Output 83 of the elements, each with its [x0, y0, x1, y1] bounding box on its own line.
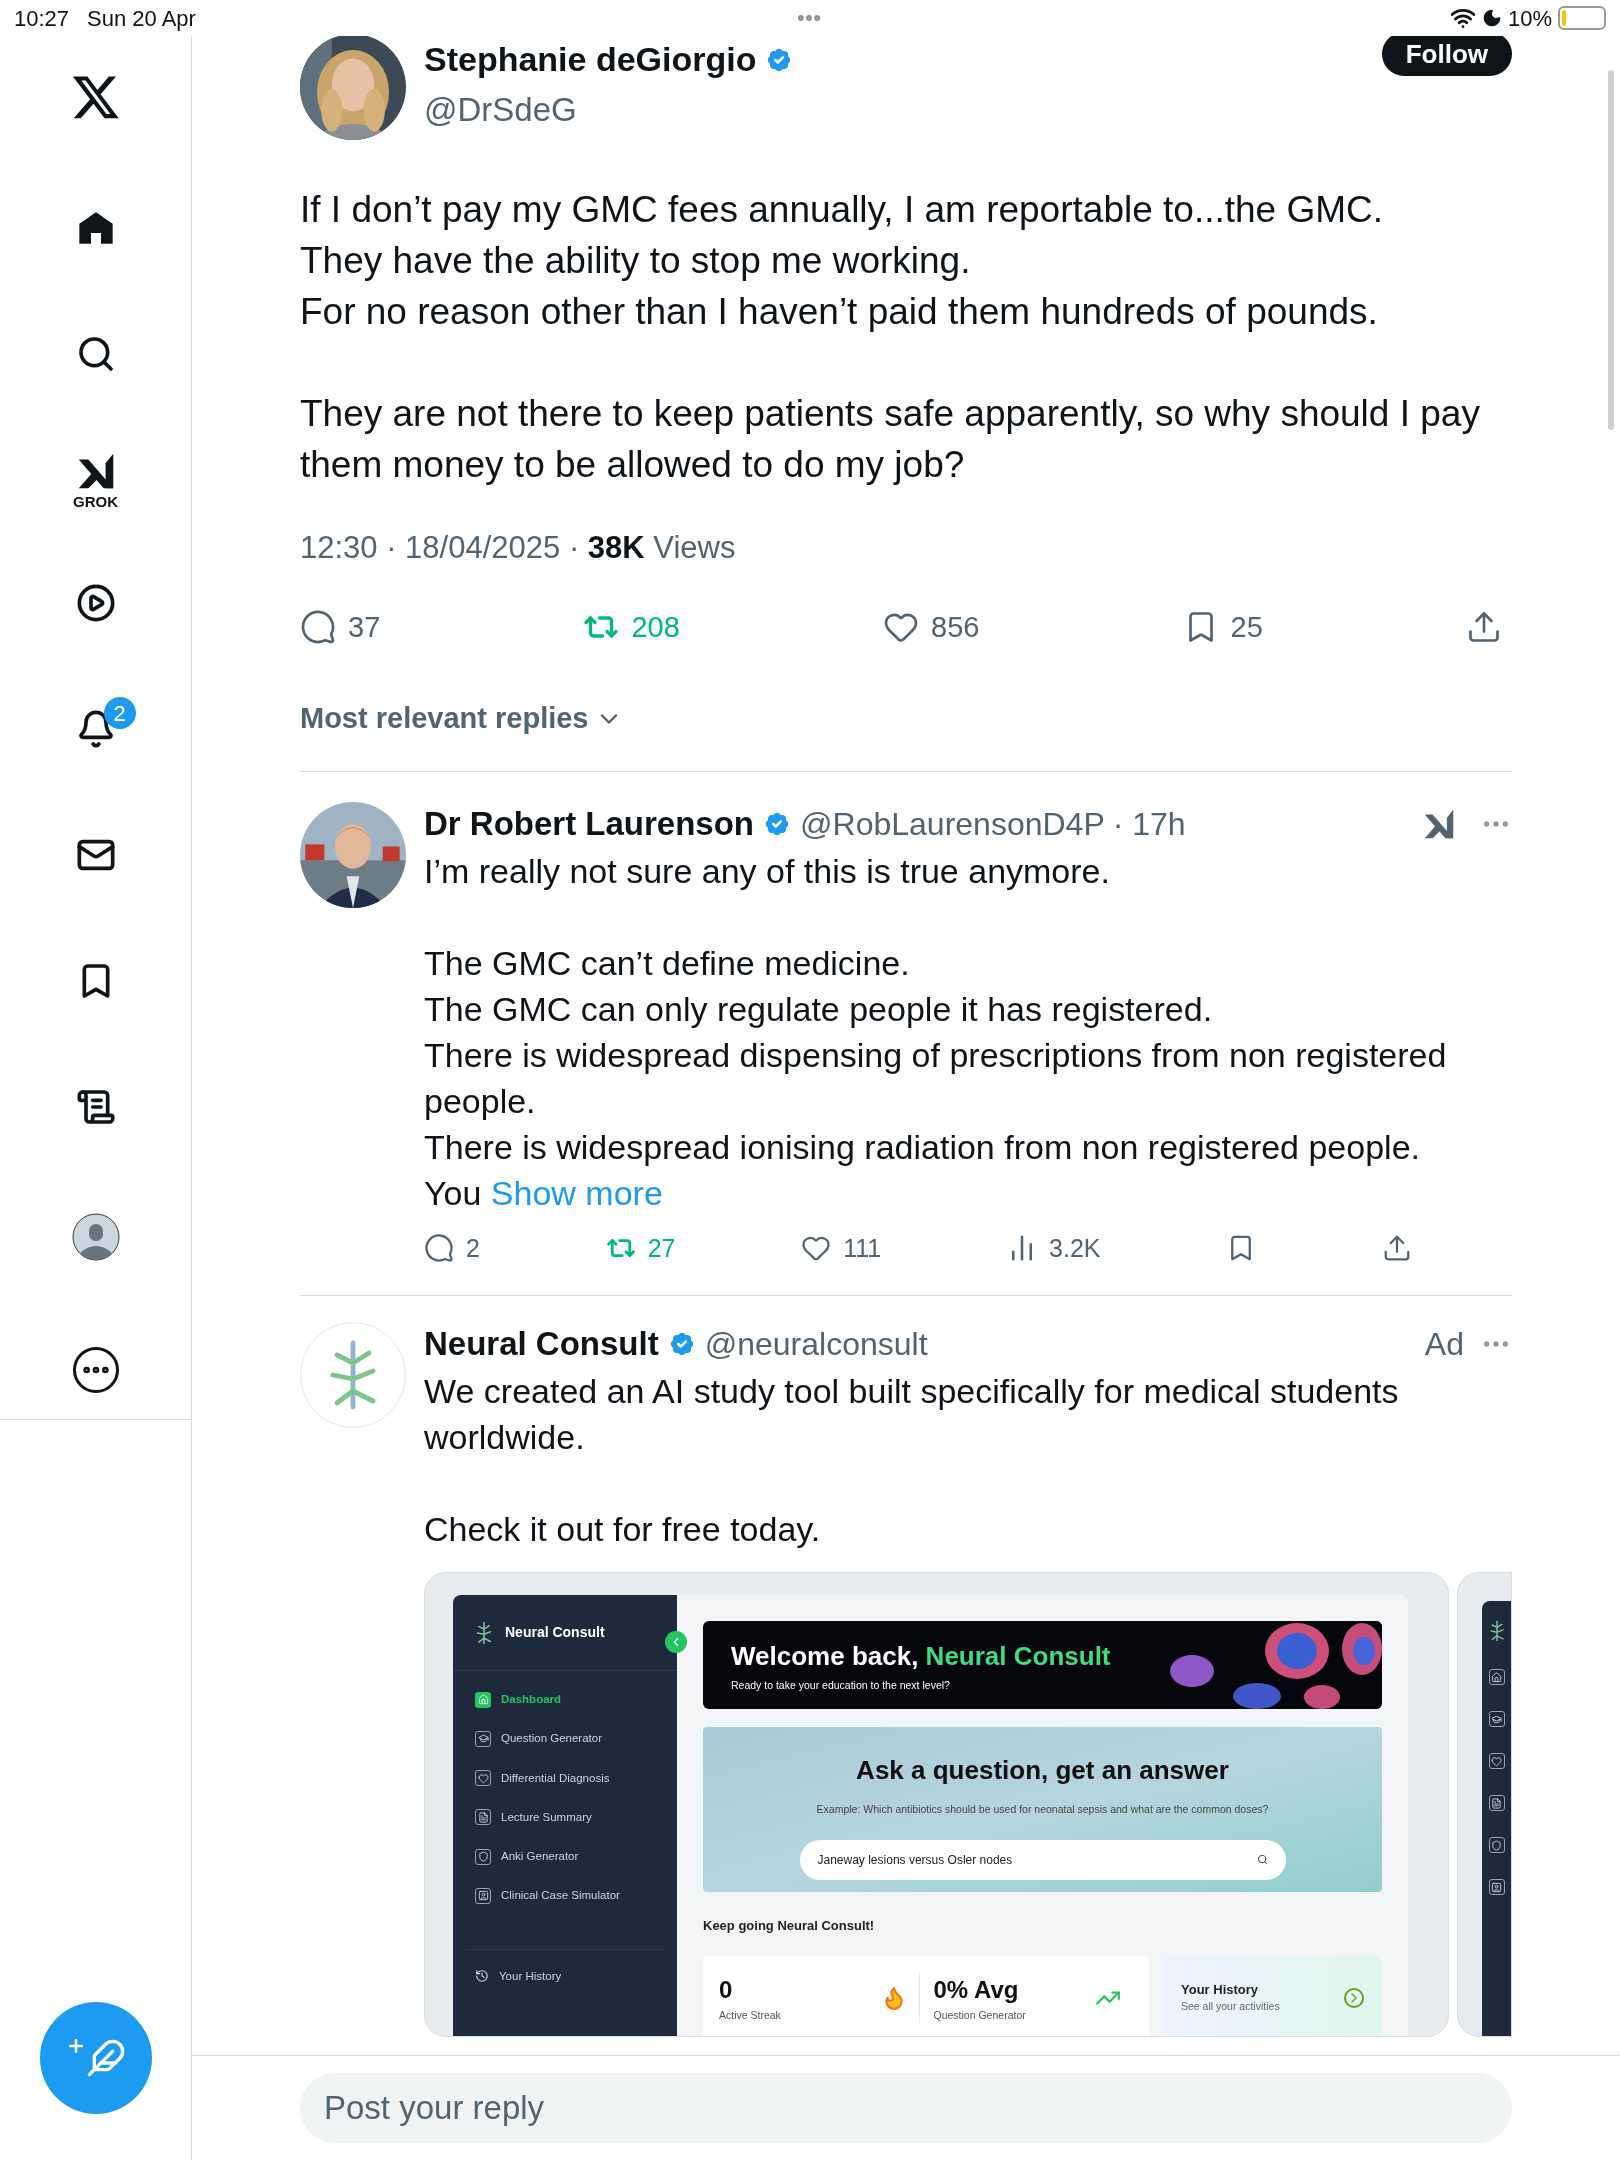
nav-icon — [475, 1770, 491, 1787]
brand-name: Neural Consult — [505, 1623, 605, 1642]
moon-icon — [1481, 8, 1502, 28]
post-text: There is widespread dispensing of prescriptions from non registered people. — [424, 1034, 1448, 1122]
post-text: The GMC can only regulate people it has registered. — [424, 988, 1214, 1030]
more-icon[interactable] — [72, 1347, 119, 1393]
nav-item[interactable]: Clinical Case Simulator — [475, 1887, 655, 1905]
profile-avatar-icon[interactable] — [71, 1213, 120, 1261]
plus-icon — [66, 2036, 86, 2056]
grok-button[interactable]: GROK — [72, 448, 119, 509]
post-text: If I don’t pay my GMC fees annually, I am reportable to...the GMC. — [300, 188, 1385, 232]
status-time: 10:27 — [14, 4, 70, 33]
nav-item[interactable]: Your History — [499, 1967, 562, 1985]
like-button[interactable]: 111 — [801, 1229, 882, 1267]
welcome-title: Welcome back, Neural Consult — [731, 1639, 1112, 1673]
nav-icon — [1488, 1879, 1505, 1895]
ad-media[interactable] — [424, 1572, 1512, 2037]
sort-menu[interactable]: Most relevant replies — [300, 697, 623, 741]
video-icon[interactable] — [75, 583, 116, 623]
follow-button[interactable]: Follow — [1381, 36, 1512, 76]
nav-item[interactable]: Differential Diagnosis — [475, 1769, 655, 1787]
author-handle[interactable]: @DrSdeG — [424, 85, 1364, 135]
nav-icon — [1488, 1669, 1505, 1685]
ad-label: Ad — [1424, 1325, 1464, 1364]
stat-label: Active Streak — [719, 2007, 781, 2023]
collapse-button[interactable] — [665, 1631, 687, 1653]
post-text: For no reason other than I haven’t paid them hundreds of pounds. — [300, 290, 1379, 334]
author-handle[interactable]: @RobLaurensonD4P — [800, 799, 1105, 848]
reply-icon — [424, 1233, 454, 1264]
views-button[interactable]: 3.2K — [1007, 1229, 1101, 1267]
post-text: We created an AI study tool built specifically for medical students worldwide. — [424, 1371, 1400, 1458]
search-field[interactable]: Janeway lesions versus Osler nodes — [799, 1839, 1286, 1880]
author-handle[interactable]: @neuralconsult — [704, 1320, 928, 1368]
like-button[interactable]: 856 — [883, 605, 980, 649]
nav-item[interactable]: Lecture Summary — [475, 1808, 655, 1826]
battery-percent: 10% — [1507, 4, 1552, 33]
reply-button[interactable]: 2 — [424, 1229, 480, 1267]
reply-field[interactable]: Post your reply — [300, 2073, 1512, 2143]
post-text: The GMC can’t define medicine. — [424, 942, 911, 984]
card-subtitle: See all your activities — [1181, 1999, 1280, 2015]
ask-example: Example: Which antibiotics should be used for neonatal sepsis and what are the common doses? — [816, 1802, 1269, 1817]
stat-value: 0% Avg — [933, 1974, 1020, 2005]
post-timestamp: 12:30 · 18/04/2025 · 38K Views — [300, 529, 737, 567]
author-name[interactable]: Neural Consult — [424, 1319, 659, 1369]
author-name[interactable]: Stephanie deGiorgio — [424, 36, 757, 85]
nav-icon — [475, 1691, 491, 1708]
post-text: I’m really not sure any of this is true anymore. — [424, 850, 1111, 892]
status-date: Sun 20 Apr — [87, 4, 196, 33]
stat-label: Question Generator — [933, 2007, 1026, 2023]
nav-icon — [475, 1730, 491, 1747]
nav-icon — [1488, 1795, 1505, 1811]
nav-icon — [1488, 1753, 1505, 1769]
nav-item[interactable]: Anki Generator — [475, 1848, 655, 1866]
nav-icon — [475, 1887, 491, 1904]
post-text: There is widespread ionising radiation from non registered people. — [424, 1126, 1421, 1168]
history-card[interactable]: Your History See all your activities — [1163, 1955, 1382, 2036]
history-icon — [475, 1969, 489, 1984]
notification-badge: 2 — [103, 697, 136, 729]
nav-icon — [1488, 1837, 1505, 1853]
nav-icon — [475, 1848, 491, 1865]
stat-value: 0 — [719, 1974, 734, 2005]
nav-item[interactable]: Dashboard — [475, 1691, 655, 1709]
battery-icon — [1558, 6, 1606, 30]
post-text: You Show more — [424, 1172, 664, 1214]
reply-button[interactable]: 37 — [300, 605, 381, 649]
section-heading: Keep going Neural Consult! — [703, 1917, 876, 1935]
card-title: Your History — [1181, 1980, 1260, 1999]
ask-title: Ask a question, get an answer — [856, 1754, 1229, 1787]
feather-icon — [86, 2038, 126, 2078]
post-text: They have the ability to stop me working. — [300, 239, 972, 283]
post-age: · 17h — [1112, 804, 1186, 844]
search-icon — [1256, 1854, 1268, 1866]
reply-icon — [300, 609, 336, 646]
welcome-subtitle: Ready to take your education to the next level? — [731, 1677, 951, 1693]
nav-icon — [1488, 1711, 1505, 1727]
next-media-card[interactable] — [1457, 1572, 1512, 2037]
nav-icon — [475, 1809, 491, 1826]
post-text: They are not there to keep patients safe apparently, so why should I pay them money to be allowed to do my job? — [300, 392, 1481, 487]
post-text: Check it out for free today. — [424, 1509, 822, 1550]
nav-item[interactable]: Question Generator — [475, 1730, 655, 1748]
author-name[interactable]: Dr Robert Laurenson — [424, 798, 755, 849]
list-icon[interactable] — [75, 1087, 116, 1127]
bookmark-button[interactable]: 25 — [1182, 605, 1263, 649]
